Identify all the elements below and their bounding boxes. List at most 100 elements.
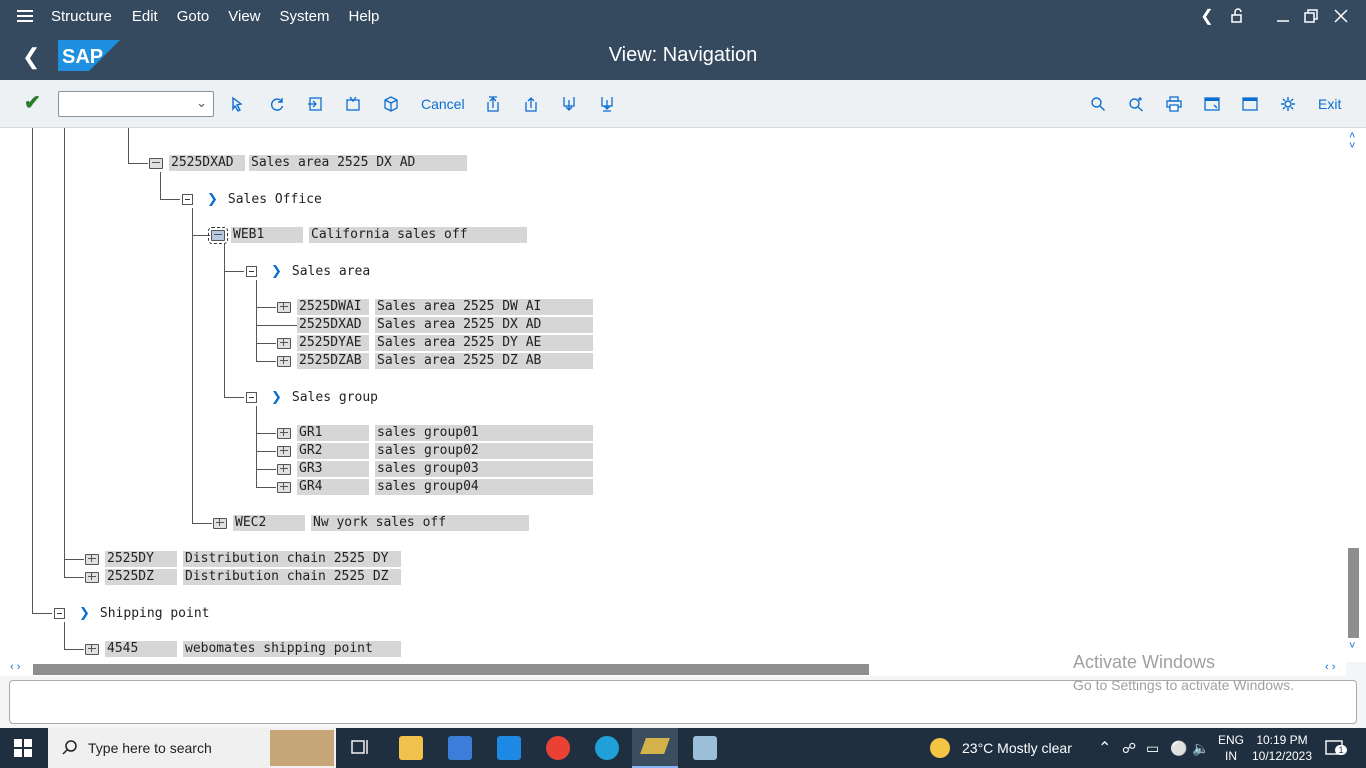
previous-page-icon[interactable] [521, 94, 541, 114]
folder-open-icon[interactable] [208, 226, 228, 244]
menu-bar: Structure Edit Goto View System Help [0, 0, 1366, 32]
chevron-down-icon[interactable]: ⌄ [196, 95, 207, 111]
folder-closed-icon[interactable] [85, 571, 99, 583]
folder-closed-icon[interactable] [277, 301, 291, 313]
sap-logon-taskbar-button[interactable] [632, 728, 678, 768]
tree-node[interactable]: GR2 sales group02 [277, 443, 593, 459]
menu-view[interactable]: View [228, 8, 260, 25]
collapse-icon[interactable] [246, 265, 257, 277]
language-indicator[interactable]: ENG IN [1218, 728, 1244, 768]
chevron-right-icon: ❯ [271, 263, 282, 279]
collapse-icon[interactable] [246, 391, 257, 403]
folder-closed-icon[interactable] [277, 355, 291, 367]
tree-group-node[interactable]: ❯ Sales area [246, 263, 370, 279]
close-icon[interactable] [1330, 0, 1352, 32]
tree-node[interactable]: 2525DYAE Sales area 2525 DY AE [277, 335, 593, 351]
tree-node[interactable]: 2525DZ Distribution chain 2525 DZ [85, 569, 401, 585]
tree-group-node[interactable]: ❯ Sales Office [182, 191, 322, 207]
chevron-up-icon[interactable]: ⌃ [1098, 728, 1111, 768]
restore-icon[interactable] [1300, 0, 1322, 32]
menu-edit[interactable]: Edit [132, 8, 158, 25]
collapse-icon[interactable] [343, 94, 363, 114]
tree-node[interactable]: 2525DXAD Sales area 2525 DX AD [277, 317, 593, 333]
tree-node[interactable]: 2525DY Distribution chain 2525 DY [85, 551, 401, 567]
menu-goto[interactable]: Goto [177, 8, 210, 25]
scroll-left-icon[interactable]: ‹ › [10, 661, 20, 673]
select-icon[interactable] [228, 94, 248, 114]
chevron-left-icon[interactable]: ❮ [1196, 0, 1218, 32]
microsoft-store-icon[interactable] [448, 736, 472, 760]
tree-node[interactable]: GR4 sales group04 [277, 479, 593, 495]
collapse-icon[interactable] [182, 193, 193, 205]
clock[interactable]: 10:19 PM 10/12/2023 [1252, 728, 1312, 768]
exit-button[interactable]: Exit [1318, 96, 1341, 112]
taskbar-search-box[interactable]: Type here to search [48, 728, 336, 768]
menu-structure[interactable]: Structure [51, 8, 112, 25]
hamburger-menu-icon[interactable] [17, 10, 33, 22]
folder-closed-icon[interactable] [277, 481, 291, 493]
chrome-icon[interactable] [546, 736, 570, 760]
folder-closed-icon[interactable] [213, 517, 227, 529]
window-icon[interactable] [1240, 94, 1260, 114]
tree-node[interactable]: 2525DXAD Sales area 2525 DX AD [149, 155, 467, 171]
scroll-right-icon[interactable]: ‹ › [1325, 661, 1335, 673]
vertical-scroll-thumb[interactable] [1348, 548, 1359, 638]
file-explorer-icon[interactable] [399, 736, 423, 760]
activate-windows-hint: Go to Settings to activate Windows. [1073, 677, 1294, 693]
volume-icon[interactable]: 🔈 [1192, 728, 1209, 768]
vertical-scrollbar[interactable]: ˄ ˅ ˅ [1346, 128, 1366, 662]
tree-node[interactable]: 4545 webomates shipping point [85, 641, 401, 657]
first-page-icon[interactable] [483, 94, 503, 114]
folder-closed-icon[interactable] [277, 445, 291, 457]
menu-help[interactable]: Help [349, 8, 380, 25]
tree-node[interactable]: WEC2 Nw york sales off [213, 515, 529, 531]
collapse-icon[interactable] [54, 607, 65, 619]
cube-icon[interactable] [381, 94, 401, 114]
node-text: Sales area 2525 DW AI [375, 299, 593, 315]
tree-node[interactable]: GR3 sales group03 [277, 461, 593, 477]
folder-closed-icon[interactable] [277, 427, 291, 439]
network-icon[interactable]: ☍ [1122, 728, 1136, 768]
scroll-up-icon[interactable]: ˅ [1349, 140, 1355, 152]
folder-closed-icon[interactable] [277, 337, 291, 349]
enter-check-icon[interactable]: ✔ [24, 90, 41, 115]
next-page-icon[interactable] [559, 94, 579, 114]
horizontal-scroll-thumb[interactable] [33, 664, 869, 675]
tree-node[interactable]: GR1 sales group01 [277, 425, 593, 441]
edge-icon[interactable] [595, 736, 619, 760]
cancel-button[interactable]: Cancel [421, 96, 465, 112]
folder-closed-icon[interactable] [85, 553, 99, 565]
chevron-right-icon: ❯ [207, 191, 218, 207]
sap-gui-icon[interactable] [693, 736, 717, 760]
windows-taskbar: Type here to search 23°C Mostly clear ⌃ … [0, 728, 1366, 768]
print-icon[interactable] [1164, 94, 1184, 114]
tree-group-node[interactable]: ❯ Sales group [246, 389, 378, 405]
wifi-icon[interactable]: ⚪ [1170, 728, 1187, 768]
task-view-icon[interactable] [350, 736, 374, 760]
last-page-icon[interactable] [597, 94, 617, 114]
battery-icon[interactable]: ▭ [1146, 728, 1159, 768]
tree-node[interactable]: 2525DWAI Sales area 2525 DW AI [277, 299, 593, 315]
scroll-down-icon[interactable]: ˅ [1349, 640, 1355, 652]
folder-closed-icon[interactable] [85, 643, 99, 655]
tree-node-selected[interactable]: WEB1 California sales off [208, 226, 527, 244]
notification-icon[interactable]: 1 [1324, 728, 1347, 768]
tree-group-node[interactable]: ❯ Shipping point [54, 605, 209, 621]
menu-system[interactable]: System [280, 8, 330, 25]
language-code: ENG [1218, 733, 1245, 747]
new-window-icon[interactable] [1202, 94, 1222, 114]
search-next-icon[interactable] [1126, 94, 1146, 114]
folder-closed-icon[interactable] [277, 463, 291, 475]
minimize-icon[interactable] [1272, 0, 1294, 32]
folder-open-icon[interactable] [149, 157, 163, 169]
unlock-icon[interactable] [1226, 0, 1248, 32]
tree-node[interactable]: 2525DZAB Sales area 2525 DZ AB [277, 353, 593, 369]
search-icon[interactable] [1088, 94, 1108, 114]
windows-start-icon[interactable] [14, 739, 32, 760]
mail-icon[interactable] [497, 736, 521, 760]
settings-gear-icon[interactable] [1278, 94, 1298, 114]
expand-icon[interactable] [305, 94, 325, 114]
refresh-icon[interactable] [267, 94, 287, 114]
command-field[interactable]: ⌄ [58, 91, 214, 117]
weather-widget[interactable]: 23°C Mostly clear [930, 728, 1072, 768]
